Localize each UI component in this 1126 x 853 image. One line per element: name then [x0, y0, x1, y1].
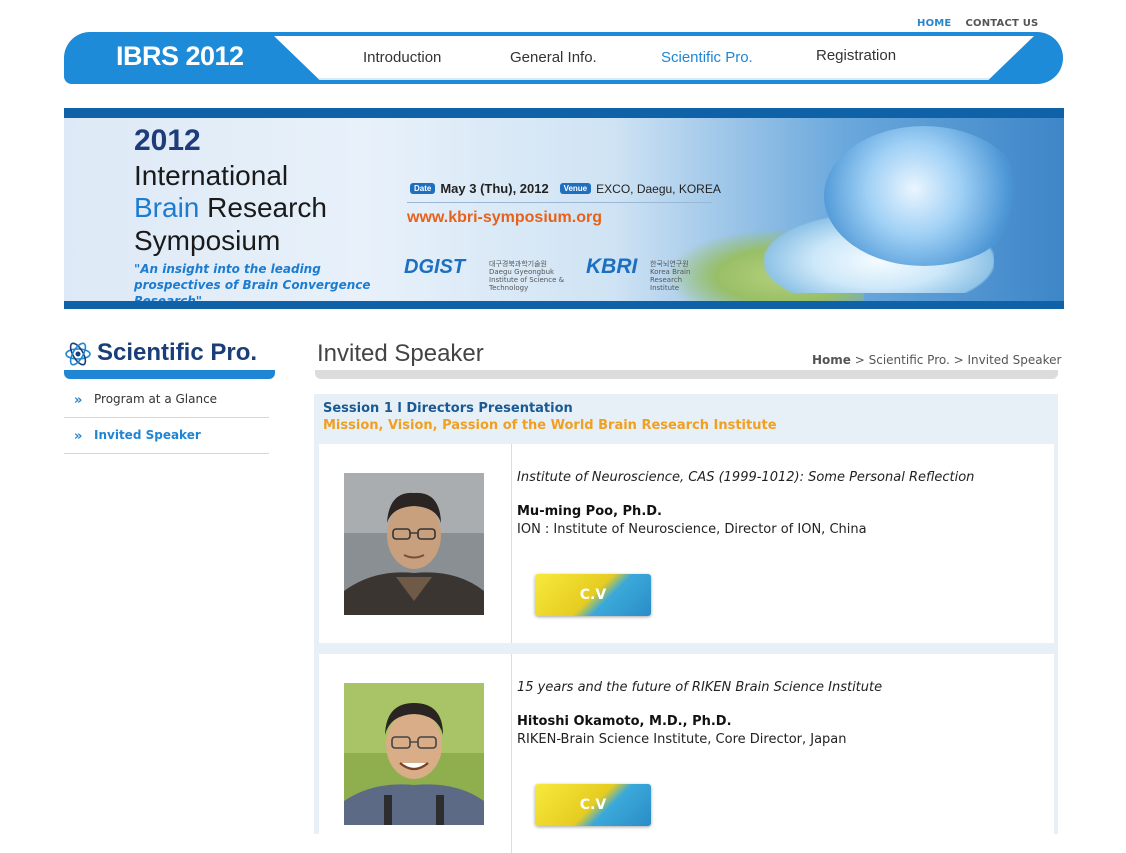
page-title: Invited Speaker	[317, 340, 484, 367]
banner-venue: EXCO, Daegu, KOREA	[596, 182, 721, 196]
sidebar-item-label: Program at a Glance	[94, 392, 218, 406]
banner-top-stripe	[64, 108, 1064, 118]
sidebar-item-program-at-a-glance[interactable]: » Program at a Glance	[64, 382, 269, 418]
sidebar-menu: » Program at a Glance » Invited Speaker	[64, 382, 269, 454]
talk-title: Institute of Neuroscience, CAS (1999-101…	[517, 470, 975, 485]
breadcrumb-home[interactable]: Home	[812, 353, 851, 367]
kbri-logo: KBRI	[586, 255, 638, 278]
banner-brain-graphic	[824, 126, 1024, 266]
banner-divider	[407, 202, 712, 203]
speaker-affiliation: RIKEN-Brain Science Institute, Core Dire…	[517, 732, 847, 747]
breadcrumb: Home > Scientific Pro. > Invited Speaker	[812, 353, 1061, 367]
main-nav: IBRS 2012 Introduction General Info. Sci…	[64, 32, 1063, 84]
banner-date: May 3 (Thu), 2012	[440, 181, 549, 196]
sidebar-item-label: Invited Speaker	[94, 428, 201, 442]
banner-bottom-stripe	[64, 301, 1064, 309]
nav-item-introduction[interactable]: Introduction	[363, 49, 441, 66]
card-divider	[511, 444, 512, 643]
session-subtitle: Mission, Vision, Passion of the World Br…	[323, 418, 777, 433]
dgist-logo-subtitle: 대구경북과학기술원 Daegu Gyeongbuk Institute of S…	[489, 260, 565, 292]
session-title: Session 1 l Directors Presentation	[323, 401, 573, 416]
breadcrumb-separator: >	[850, 353, 869, 367]
banner-title-research: Research	[199, 192, 327, 223]
banner-title-brain: Brain	[134, 192, 200, 223]
title-underline	[315, 370, 1058, 379]
talk-title: 15 years and the future of RIKEN Brain S…	[517, 680, 883, 695]
chevron-right-icon: »	[74, 429, 83, 444]
banner-date-venue: Date May 3 (Thu), 2012 Venue EXCO, Daegu, …	[410, 181, 721, 196]
speaker-affiliation: ION : Institute of Neuroscience, Directo…	[517, 522, 867, 537]
breadcrumb-current: Invited Speaker	[967, 353, 1062, 367]
banner-title-line2: Brain Research	[134, 192, 327, 224]
speaker-card: 15 years and the future of RIKEN Brain S…	[319, 654, 1054, 853]
nav-item-registration[interactable]: Registration	[816, 47, 896, 64]
nav-item-general-info[interactable]: General Info.	[510, 49, 597, 66]
chevron-right-icon: »	[74, 393, 83, 408]
kbri-logo-subtitle: 한국뇌연구원 Korea Brain Research Institute	[650, 260, 691, 292]
banner-title-line3: Symposium	[134, 225, 281, 256]
utility-links: HOME CONTACT US	[917, 18, 1052, 29]
breadcrumb-scientific-pro[interactable]: Scientific Pro.	[869, 353, 950, 367]
banner-year: 2012	[134, 124, 201, 157]
speaker-name: Hitoshi Okamoto, M.D., Ph.D.	[517, 714, 732, 729]
venue-tag: Venue	[559, 183, 592, 194]
site-logo[interactable]: IBRS 2012	[116, 41, 244, 72]
session-panel: Session 1 l Directors Presentation Missi…	[314, 394, 1058, 853]
cv-button[interactable]: C.V	[535, 784, 651, 826]
symposium-banner: 2012 International Brain Research Sympos…	[64, 108, 1064, 309]
speaker-photo	[344, 473, 484, 615]
banner-url: www.kbri-symposium.org	[407, 209, 602, 226]
banner-title-line1: International	[134, 160, 289, 191]
atom-icon	[65, 342, 91, 366]
breadcrumb-separator: >	[949, 353, 968, 367]
card-divider	[511, 654, 512, 853]
sidebar-item-invited-speaker[interactable]: » Invited Speaker	[64, 418, 269, 454]
sidebar-title-underline	[64, 370, 275, 379]
speaker-card: Institute of Neuroscience, CAS (1999-101…	[319, 444, 1054, 643]
home-link[interactable]: HOME	[917, 18, 951, 29]
nav-item-scientific-pro[interactable]: Scientific Pro.	[661, 49, 753, 66]
contact-us-link[interactable]: CONTACT US	[965, 18, 1038, 29]
date-tag: Date	[410, 183, 436, 194]
sidebar-title-label: Scientific Pro.	[97, 339, 258, 366]
speaker-photo	[344, 683, 484, 825]
cv-button[interactable]: C.V	[535, 574, 651, 616]
dgist-logo: DGIST	[404, 256, 466, 278]
speaker-name: Mu-ming Poo, Ph.D.	[517, 504, 662, 519]
